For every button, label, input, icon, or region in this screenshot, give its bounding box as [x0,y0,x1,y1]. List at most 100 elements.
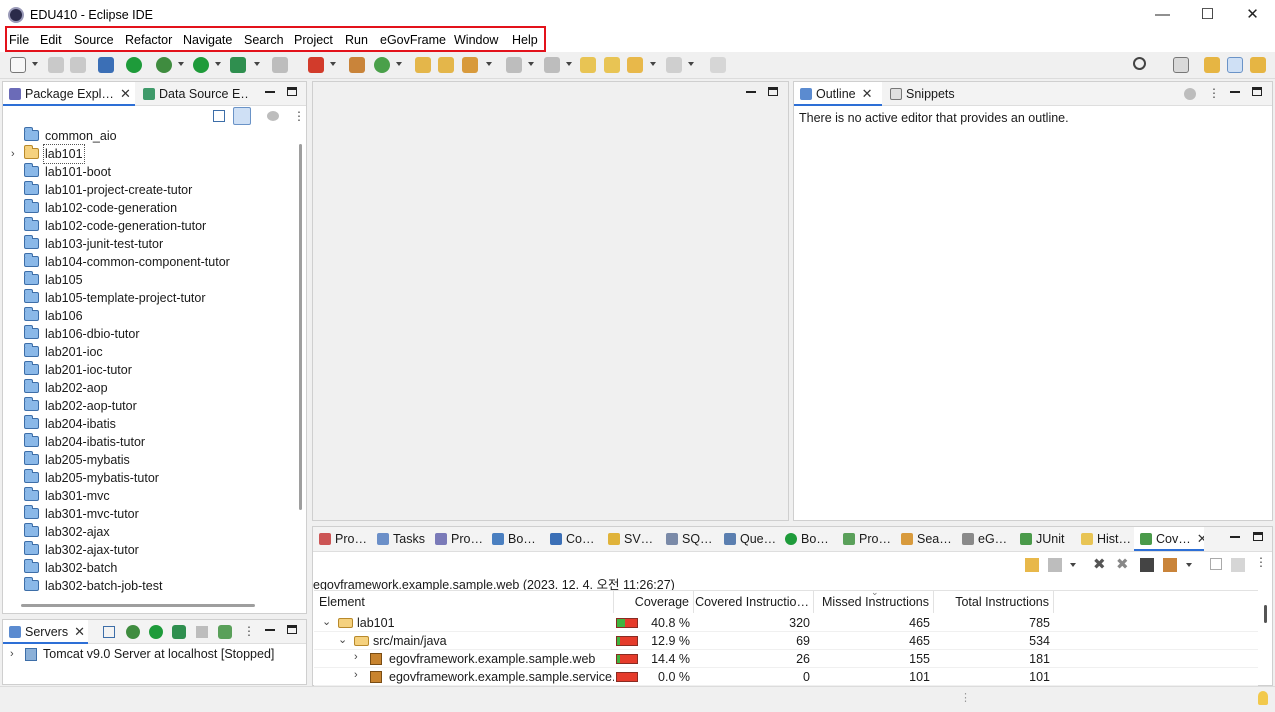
tab-package-explorer[interactable]: Package Expl… ✕ [3,82,135,106]
stop-icon[interactable] [272,57,288,73]
external-tools-dropdown-icon[interactable] [330,62,336,66]
tab-console[interactable]: Co… [544,527,601,551]
open-type-icon[interactable] [415,57,431,73]
view-menu-icon[interactable]: ⋮ [243,624,255,638]
tree-item[interactable]: common_aio [3,127,293,145]
column-header-covered[interactable]: Covered Instructio… [694,591,814,613]
new-icon[interactable] [10,57,26,73]
close-icon[interactable]: ✕ [74,624,85,639]
tree-item[interactable]: lab204-ibatis [3,415,293,433]
collapse-all-icon[interactable] [1210,558,1222,570]
open-resource-icon[interactable] [438,57,454,73]
java-perspective-icon[interactable] [1250,57,1266,73]
maximize-view-icon[interactable] [768,87,778,96]
save-all-icon[interactable] [70,57,86,73]
collapse-icon[interactable] [103,626,115,638]
chevron-down-icon[interactable]: ⌄ [338,633,347,646]
tree-item[interactable]: lab302-ajax [3,523,293,541]
next-annotation-dropdown-icon[interactable] [528,62,534,66]
tab-data-source-explorer[interactable]: Data Source E… [137,82,249,106]
terminal-icon[interactable] [98,57,114,73]
focus-icon[interactable] [1184,88,1196,100]
new-dropdown-icon[interactable] [32,62,38,66]
tree-item[interactable]: lab205-mybatis-tutor [3,469,293,487]
relaunch-icon[interactable] [1025,558,1039,572]
tree-item[interactable]: lab202-aop [3,379,293,397]
vertical-scrollbar[interactable] [1264,605,1267,623]
select-session-icon[interactable] [1163,558,1177,572]
tree-item[interactable]: lab101-project-create-tutor [3,181,293,199]
collapse-all-icon[interactable] [213,110,225,122]
debug-server-icon[interactable] [126,625,140,639]
tree-item[interactable]: lab205-mybatis [3,451,293,469]
merge-sessions-icon[interactable] [1140,558,1154,572]
next-annotation-icon[interactable] [506,57,522,73]
minimize-view-icon[interactable] [1230,91,1240,93]
search-icon[interactable] [1133,57,1146,70]
new-package-icon[interactable] [349,57,365,73]
vertical-scrollbar[interactable] [299,144,302,510]
coverage-run-icon[interactable] [230,57,246,73]
tree-item[interactable]: lab302-batch-job-test [3,577,293,595]
tab-boot[interactable]: Bo… [779,527,836,551]
minimize-view-icon[interactable] [1230,536,1240,538]
tab-properties[interactable]: Pro… [429,527,485,551]
tree-item[interactable]: lab301-mvc [3,487,293,505]
minimize-view-icon[interactable] [746,91,756,93]
chevron-right-icon[interactable]: › [354,669,358,681]
egov-perspective-icon[interactable] [1227,57,1243,73]
tree-item[interactable]: lab102-code-generation [3,199,293,217]
column-header-total[interactable]: Total Instructions [934,591,1054,613]
view-menu-icon[interactable]: ⋮ [1255,555,1267,569]
run-dropdown-icon[interactable] [215,62,221,66]
column-header-element[interactable]: Element [314,591,614,613]
maximize-view-icon[interactable] [287,625,297,634]
tree-item[interactable]: lab106-dbio-tutor [3,325,293,343]
new-class-dropdown-icon[interactable] [396,62,402,66]
new-class-icon[interactable] [374,57,390,73]
server-start-icon[interactable] [126,57,142,73]
minimize-button[interactable]: — [1140,0,1185,30]
previous-annotation-dropdown-icon[interactable] [566,62,572,66]
coverage-dropdown-icon[interactable] [254,62,260,66]
filter-icon[interactable] [267,111,279,121]
close-icon[interactable]: ✕ [1197,531,1204,546]
horizontal-scrollbar[interactable] [21,604,255,607]
tab-outline[interactable]: Outline ✕ [794,82,882,106]
table-row[interactable]: ⌄ lab101 40.8 % 320 465 785 [314,614,1258,632]
back-dropdown-icon[interactable] [650,62,656,66]
view-menu-icon[interactable]: ⋮ [1208,86,1220,100]
maximize-view-icon[interactable] [1253,532,1263,541]
tree-item[interactable]: lab104-common-component-tutor [3,253,293,271]
back-icon[interactable] [627,57,643,73]
tab-query[interactable]: Que… [718,527,778,551]
tree-item[interactable]: lab102-code-generation-tutor [3,217,293,235]
server-row-tomcat[interactable]: › Tomcat v9.0 Server at localhost [Stopp… [3,645,303,663]
minimize-view-icon[interactable] [265,91,275,93]
tab-junit[interactable]: JUnit [1014,527,1074,551]
link-with-editor-icon[interactable] [233,107,251,125]
table-row[interactable]: › egovframework.example.sample.service.im… [314,668,1258,686]
close-icon[interactable]: ✕ [862,86,873,101]
chevron-right-icon[interactable]: › [11,145,15,163]
tree-item[interactable]: lab103-junit-test-tutor [3,235,293,253]
debug-dropdown-icon[interactable] [178,62,184,66]
table-row[interactable]: ⌄ src/main/java 12.9 % 69 465 534 [314,632,1258,650]
table-row[interactable]: › egovframework.example.sample.web 14.4 % 2… [314,650,1258,668]
tree-item[interactable]: lab301-mvc-tutor [3,505,293,523]
lightbulb-icon[interactable] [1258,691,1268,705]
tree-item[interactable]: lab105-template-project-tutor [3,289,293,307]
view-menu-icon[interactable]: ⋮ [293,109,305,123]
forward-edit-icon[interactable] [604,57,620,73]
tab-svn[interactable]: SV… [602,527,659,551]
minimize-view-icon[interactable] [265,629,275,631]
tree-item[interactable]: lab201-ioc [3,343,293,361]
dump-dropdown-icon[interactable] [1070,563,1076,567]
chevron-down-icon[interactable]: ⌄ [322,615,331,628]
pin-editor-icon[interactable] [710,57,726,73]
search-tool-dropdown-icon[interactable] [486,62,492,66]
tree-item[interactable]: lab201-ioc-tutor [3,361,293,379]
tree-item[interactable]: lab302-batch [3,559,293,577]
tab-egov[interactable]: eG… [956,527,1013,551]
tree-item[interactable]: lab106 [3,307,293,325]
